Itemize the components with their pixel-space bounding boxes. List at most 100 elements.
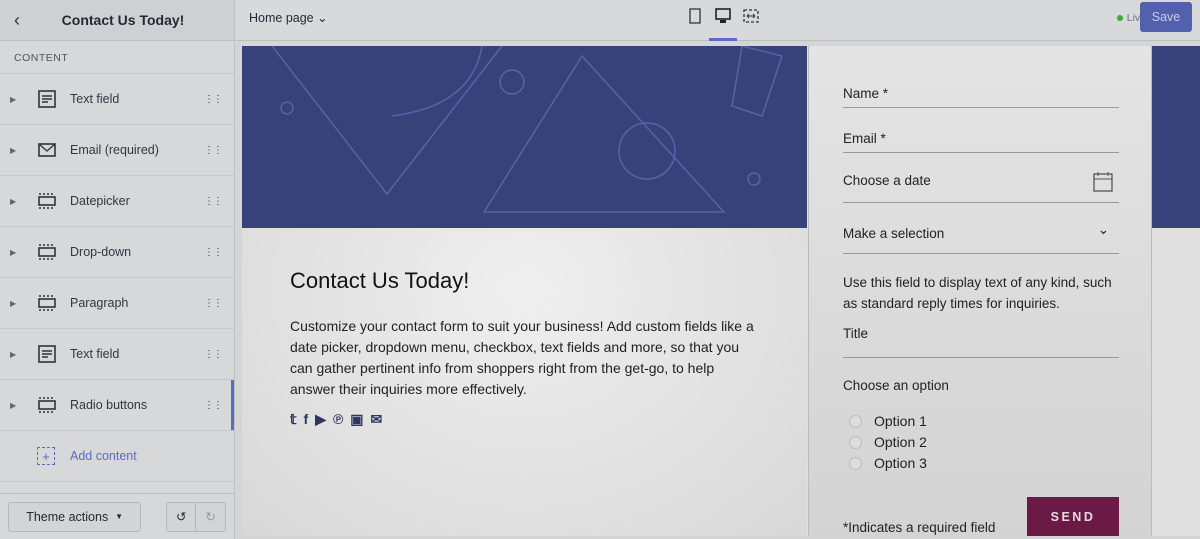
expand-caret-icon[interactable]: ▶ (10, 197, 18, 206)
drag-handle-icon[interactable]: ⋮⋮ (204, 349, 223, 360)
facebook-icon[interactable]: f (304, 411, 309, 428)
radio-label: Option 3 (874, 455, 927, 471)
add-icon: + (37, 447, 55, 465)
sidebar-item[interactable]: ▶ Email (required) ⋮⋮ (0, 125, 234, 176)
sidebar-item[interactable]: ▶ Datepicker ⋮⋮ (0, 176, 234, 227)
desktop-icon (715, 8, 731, 23)
youtube-icon[interactable]: ▶ (315, 411, 326, 428)
live-dot-icon (1116, 15, 1123, 21)
sidebar-item-label: Paragraph (70, 296, 129, 310)
text-field-icon (37, 90, 57, 108)
hero-illustration (271, 46, 783, 213)
hero-image-edge (1152, 46, 1200, 228)
name-placeholder: Name * (843, 86, 889, 101)
expand-caret-icon[interactable]: ▶ (10, 95, 18, 104)
page-selector[interactable]: Home page ⌄ (249, 10, 328, 25)
sidebar-item-label: Email (required) (70, 143, 159, 157)
pinterest-icon[interactable]: ℗ (333, 411, 343, 428)
undo-icon: ↺ (175, 510, 187, 524)
required-note: *Indicates a required field (843, 520, 996, 535)
chevron-down-icon: ⌄ (1097, 222, 1109, 237)
email-placeholder: Email * (843, 131, 886, 146)
drag-handle-icon[interactable]: ⋮⋮ (204, 400, 223, 411)
sidebar-item[interactable]: ▶ Text field ⋮⋮ (0, 74, 234, 125)
undo-button[interactable]: ↺ (166, 501, 197, 532)
expand-caret-icon[interactable]: ▶ (10, 401, 18, 410)
drag-handle-icon[interactable]: ⋮⋮ (204, 145, 223, 156)
envelope-icon (37, 142, 57, 158)
sidebar-item-label: Text field (70, 347, 120, 361)
drag-handle-icon[interactable]: ⋮⋮ (204, 247, 223, 258)
add-content-label: Add content (70, 449, 137, 463)
store-preview: Contact Us Today! Customize your contact… (242, 46, 1200, 536)
text-field-icon (37, 345, 57, 363)
expand-caret-icon[interactable]: ▶ (10, 299, 18, 308)
dashed-block-icon (37, 244, 57, 260)
theme-actions-button[interactable]: Theme actions ▼ (8, 501, 142, 532)
email-field[interactable]: Email * (843, 131, 1119, 153)
dropdown-value: Make a selection (843, 226, 945, 241)
dashed-block-icon (37, 295, 57, 311)
caret-down-icon: ▼ (115, 512, 124, 521)
radio-label: Option 2 (874, 434, 927, 450)
radio-option[interactable]: Option 1 (849, 413, 927, 429)
expand-caret-icon[interactable]: ▶ (10, 248, 18, 257)
page-selector-label: Home page (249, 11, 314, 25)
mobile-icon (689, 8, 701, 24)
email-icon[interactable]: ✉ (371, 411, 383, 428)
radio-option[interactable]: Option 3 (849, 455, 927, 471)
section-label: CONTENT (0, 41, 234, 74)
drag-handle-icon[interactable]: ⋮⋮ (204, 196, 223, 207)
contact-heading: Contact Us Today! (290, 268, 470, 293)
sidebar-item[interactable]: ▶ Paragraph ⋮⋮ (0, 278, 234, 329)
selection-dropdown[interactable]: Make a selection ⌄ (843, 222, 1119, 254)
expand-caret-icon[interactable]: ▶ (10, 146, 18, 155)
radio-option[interactable]: Option 2 (849, 434, 927, 450)
twitter-icon[interactable]: 𝕥 (290, 411, 297, 428)
sidebar-item-label: Datepicker (70, 194, 130, 208)
back-icon[interactable]: ‹ (0, 10, 34, 31)
title-placeholder: Title (843, 326, 869, 341)
title-field[interactable]: Title (843, 326, 1119, 358)
sidebar-header: ‹ Contact Us Today! (0, 0, 234, 41)
sidebar: ‹ Contact Us Today! CONTENT ▶ Text field ⋮… (0, 0, 235, 539)
contact-description: Customize your contact form to suit your… (290, 318, 754, 397)
redo-button[interactable]: ↻ (196, 501, 226, 532)
save-button[interactable]: Save (1140, 2, 1192, 32)
dashed-block-icon (37, 397, 57, 413)
theme-actions-label: Theme actions (26, 509, 109, 524)
send-button[interactable]: SEND (1027, 497, 1119, 536)
add-content-button[interactable]: + Add content (0, 431, 234, 482)
chevron-down-icon: ⌄ (317, 11, 328, 25)
sidebar-item[interactable]: ▶ Radio buttons ⋮⋮ (0, 380, 234, 431)
sidebar-title: Contact Us Today! (61, 12, 185, 28)
sidebar-item-label: Text field (70, 92, 120, 106)
sidebar-item[interactable]: ▶ Text field ⋮⋮ (0, 329, 234, 380)
calendar-icon[interactable] (1093, 171, 1113, 193)
radio-group-label: Choose an option (843, 378, 949, 393)
hero-image (242, 46, 807, 228)
redo-icon: ↻ (205, 510, 216, 524)
expand-caret-icon[interactable]: ▶ (10, 350, 18, 359)
radio-circle-icon[interactable] (849, 456, 862, 470)
expand-horizontal-icon (743, 9, 759, 23)
instagram-icon[interactable]: ▣ (350, 411, 363, 428)
sidebar-item[interactable]: ▶ Drop-down ⋮⋮ (0, 227, 234, 278)
sidebar-item-label: Drop-down (70, 245, 132, 259)
date-field[interactable]: Choose a date (843, 171, 1119, 203)
drag-handle-icon[interactable]: ⋮⋮ (204, 298, 223, 309)
radio-label: Option 1 (874, 413, 927, 429)
radio-circle-icon[interactable] (849, 414, 862, 428)
top-bar: Home page ⌄ Live Save (236, 0, 1200, 41)
dashed-block-icon (37, 193, 57, 209)
drag-handle-icon[interactable]: ⋮⋮ (204, 94, 223, 105)
contact-form: Name * Email * Choose a date Make a sele… (808, 46, 1152, 536)
sidebar-item-label: Radio buttons (70, 398, 148, 412)
name-field[interactable]: Name * (843, 86, 1119, 108)
date-placeholder: Choose a date (843, 173, 931, 188)
mobile-view-button[interactable] (686, 8, 704, 32)
fullwidth-view-button[interactable] (742, 8, 760, 32)
radio-circle-icon[interactable] (849, 435, 862, 449)
desktop-view-button[interactable] (709, 8, 737, 41)
form-note: Use this field to display text of any ki… (843, 275, 1112, 311)
